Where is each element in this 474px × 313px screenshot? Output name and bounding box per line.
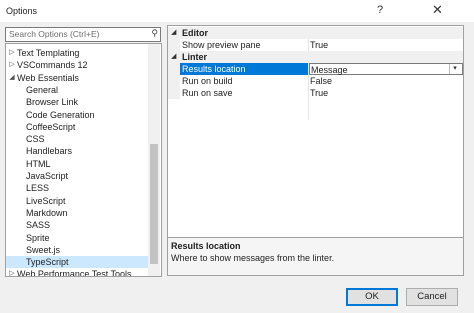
window-title: Options [6,6,38,16]
property-name[interactable]: Run on save [180,87,308,99]
tree-item[interactable]: Markdown [6,207,148,219]
tree-item-label: JavaScript [26,171,69,181]
description-title: Results location [171,241,241,251]
title-bar: Options ? ✕ [0,0,474,22]
tree-item[interactable]: TypeScript [6,256,148,269]
tree-item-label: CSS [26,134,45,145]
grid-property-row[interactable]: Run on build False [168,75,463,87]
tree-item[interactable]: ▷ VSCommands 12 [6,59,148,71]
grid-property-row[interactable]: Show preview pane True [168,39,463,51]
close-icon[interactable]: ✕ [432,2,443,18]
property-grid[interactable]: ◢ Editor Show preview pane True ◢ Linter Resul… [167,25,464,238]
row-gutter [168,39,180,51]
help-icon[interactable]: ? [377,4,383,16]
tree-item-label: HTML [26,158,51,169]
tree-item-label: Browser Link [26,97,79,108]
row-gutter [168,63,180,75]
row-gutter [168,75,180,87]
tree-item-label: Web Essentials [17,72,79,83]
expand-arrow-icon[interactable]: ▷ [8,47,16,59]
grid-category-label: Editor [182,28,208,38]
tree-item-label: Text Templating [17,48,80,58]
grid-property-row[interactable]: Results location Message ▾ [168,63,463,75]
tree-item-label: Web Performance Test Tools [17,269,132,277]
property-value[interactable]: False [309,75,463,87]
expand-arrow-icon[interactable]: ▷ [8,59,16,71]
property-value[interactable]: True [309,87,463,99]
ok-button[interactable]: OK [346,288,398,306]
collapse-arrow-icon[interactable]: ◢ [8,72,16,84]
description-text: Where to show messages from the linter. [171,253,335,263]
tree-item-label: Sprite [26,232,50,243]
tree-item[interactable]: HTML [6,158,148,170]
property-value-dropdown[interactable]: Message ▾ [309,63,463,75]
tree-scrollbar-thumb[interactable] [150,144,158,264]
tree-item-label: SASS [26,220,51,231]
property-value-text: True [310,40,329,50]
collapse-arrow-icon[interactable]: ◢ [171,52,176,60]
tree-item[interactable]: ◢ Web Essentials [6,72,148,84]
tree-item[interactable]: CSS [6,133,148,145]
grid-category-label: Linter [182,52,208,62]
search-placeholder: Search Options (Ctrl+E) [9,29,100,39]
tree-item[interactable]: LiveScript [6,195,148,207]
tree-item-label: TypeScript [26,257,69,268]
tree-item[interactable]: JavaScript [6,170,148,182]
tree-item[interactable]: ▷ Web Performance Test Tools [6,268,148,277]
tree-item-label: CoffeeScript [26,121,76,132]
grid-category[interactable]: ◢ Linter [168,51,463,63]
tree-item-label: Markdown [26,207,68,218]
tree-item[interactable]: ▷ Text Templating [6,47,148,59]
tree-item[interactable]: SASS [6,219,148,231]
expand-arrow-icon[interactable]: ▷ [8,268,16,276]
property-value-text: Message [311,65,348,75]
search-input[interactable]: Search Options (Ctrl+E) ⚲ [5,27,161,42]
property-value-text: True [310,88,329,98]
tree-item[interactable]: Sprite [6,232,148,244]
tree-item-label: Handlebars [26,146,73,157]
tree-item-label: Sweet.js [26,244,61,255]
tree-item-label: VSCommands 12 [17,60,88,71]
property-value-text: False [310,76,333,86]
tree-item-label: Code Generation [26,109,95,120]
grid-category[interactable]: ◢ Editor [168,27,463,39]
property-name[interactable]: Results location [180,63,308,75]
collapse-arrow-icon[interactable]: ◢ [171,28,176,36]
search-icon: ⚲ [151,28,158,38]
tree-item-label: General [26,84,59,95]
tree-item[interactable]: Code Generation [6,109,148,121]
tree-item-label: LiveScript [26,195,66,206]
tree-item[interactable]: Handlebars [6,145,148,157]
tree-item[interactable]: LESS [6,182,148,194]
grid-property-row[interactable]: Run on save True [168,87,463,99]
row-gutter [168,87,180,99]
tree-item-label: LESS [26,183,50,194]
property-name[interactable]: Run on build [180,75,308,87]
description-panel: Results location Where to show messages … [167,237,464,276]
options-tree[interactable]: ▷ Text Templating ▷ VSCommands 12 ◢ Web Essen… [5,43,162,277]
property-value[interactable]: True [309,39,463,51]
tree-item[interactable]: Sweet.js [6,244,148,256]
tree-item[interactable]: General [6,84,148,96]
property-name[interactable]: Show preview pane [180,39,308,51]
cancel-button[interactable]: Cancel [406,288,458,306]
tree-item[interactable]: CoffeeScript [6,121,148,133]
dropdown-arrow-icon[interactable]: ▾ [449,64,460,74]
tree-item[interactable]: Browser Link [6,96,148,108]
tree-scrollbar[interactable] [148,44,160,276]
